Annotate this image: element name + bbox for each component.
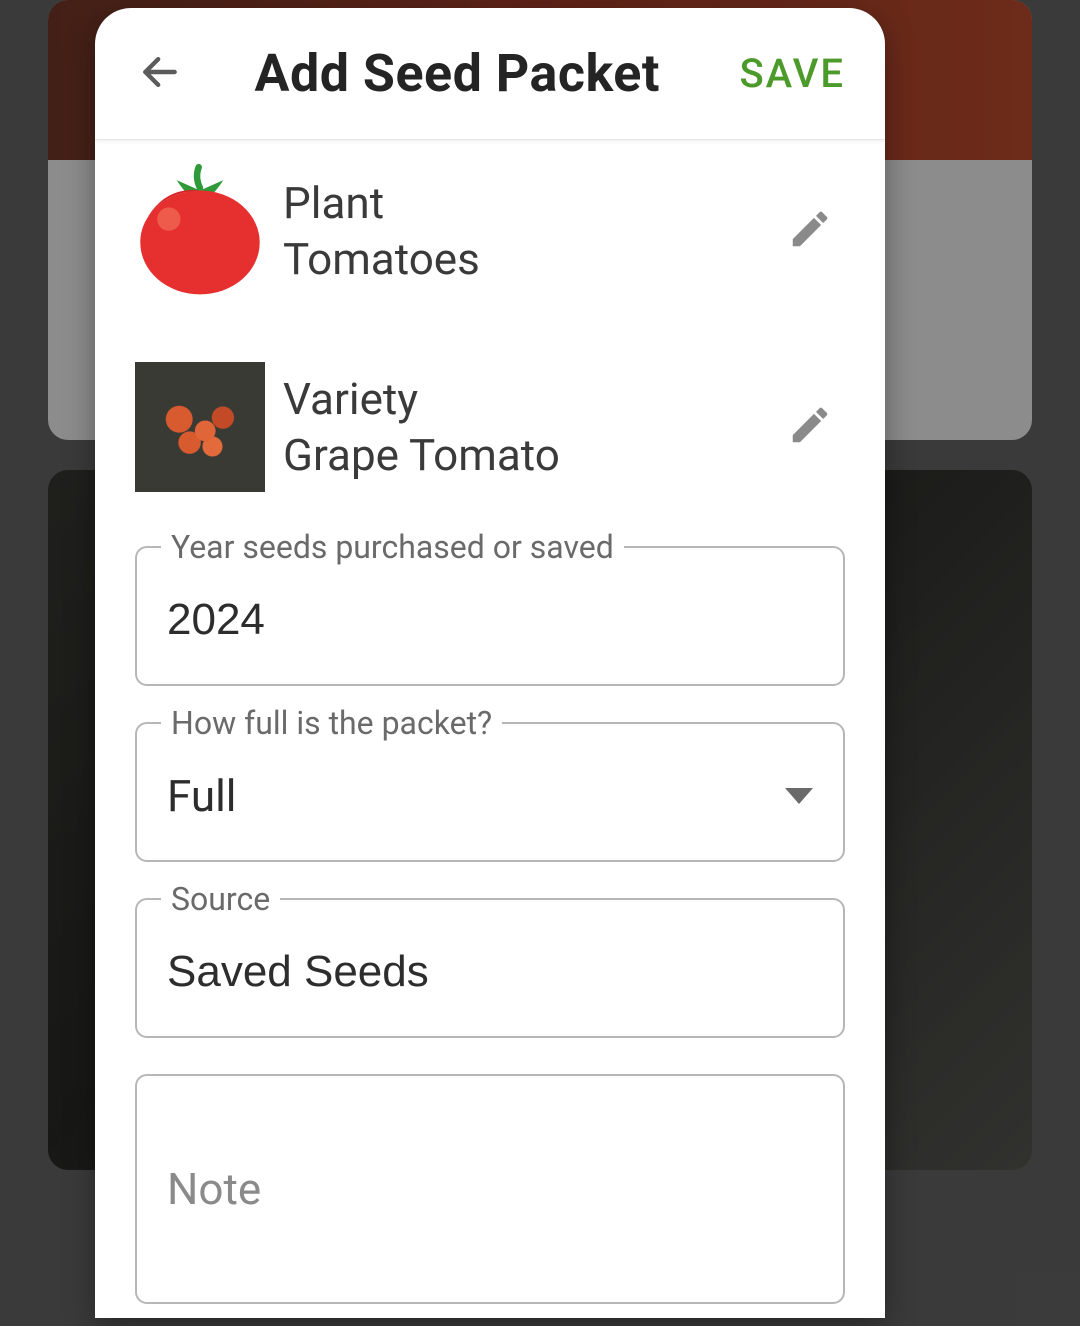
fullness-field[interactable]: How full is the packet? Full [135, 722, 845, 862]
variety-thumbnail [135, 362, 265, 492]
source-field-label: Source [161, 880, 280, 918]
chevron-down-icon [785, 788, 813, 804]
variety-text: Variety Grape Tomato [265, 373, 775, 481]
edit-plant-button[interactable] [775, 196, 845, 266]
variety-row: Variety Grape Tomato [135, 344, 845, 510]
fullness-value: Full [167, 770, 237, 822]
fullness-field-label: How full is the packet? [161, 704, 502, 742]
plant-text: Plant Tomatoes [265, 177, 775, 285]
dialog-body: Plant Tomatoes Variety Grape Tomato [95, 140, 885, 1318]
back-button[interactable] [125, 39, 195, 109]
back-arrow-icon [138, 50, 182, 98]
pencil-icon [787, 402, 833, 452]
plant-row: Plant Tomatoes [135, 148, 845, 314]
plant-value: Tomatoes [283, 233, 757, 285]
dialog-title: Add Seed Packet [195, 43, 719, 104]
year-input[interactable] [167, 595, 813, 645]
year-field-label: Year seeds purchased or saved [161, 528, 624, 566]
source-input[interactable] [167, 947, 813, 997]
variety-value: Grape Tomato [283, 429, 757, 481]
variety-label: Variety [283, 373, 757, 425]
note-field[interactable]: Note [135, 1074, 845, 1304]
plant-label: Plant [283, 177, 757, 229]
dialog-header: Add Seed Packet SAVE [95, 8, 885, 140]
plant-image [135, 166, 265, 296]
pencil-icon [787, 206, 833, 256]
note-placeholder: Note [167, 1163, 261, 1215]
edit-variety-button[interactable] [775, 392, 845, 462]
source-field[interactable]: Source [135, 898, 845, 1038]
add-seed-packet-dialog: Add Seed Packet SAVE Plant Tomatoes [95, 8, 885, 1318]
save-button[interactable]: SAVE [719, 50, 865, 97]
variety-image [135, 362, 265, 492]
year-field[interactable]: Year seeds purchased or saved [135, 546, 845, 686]
tomato-icon [135, 162, 265, 301]
